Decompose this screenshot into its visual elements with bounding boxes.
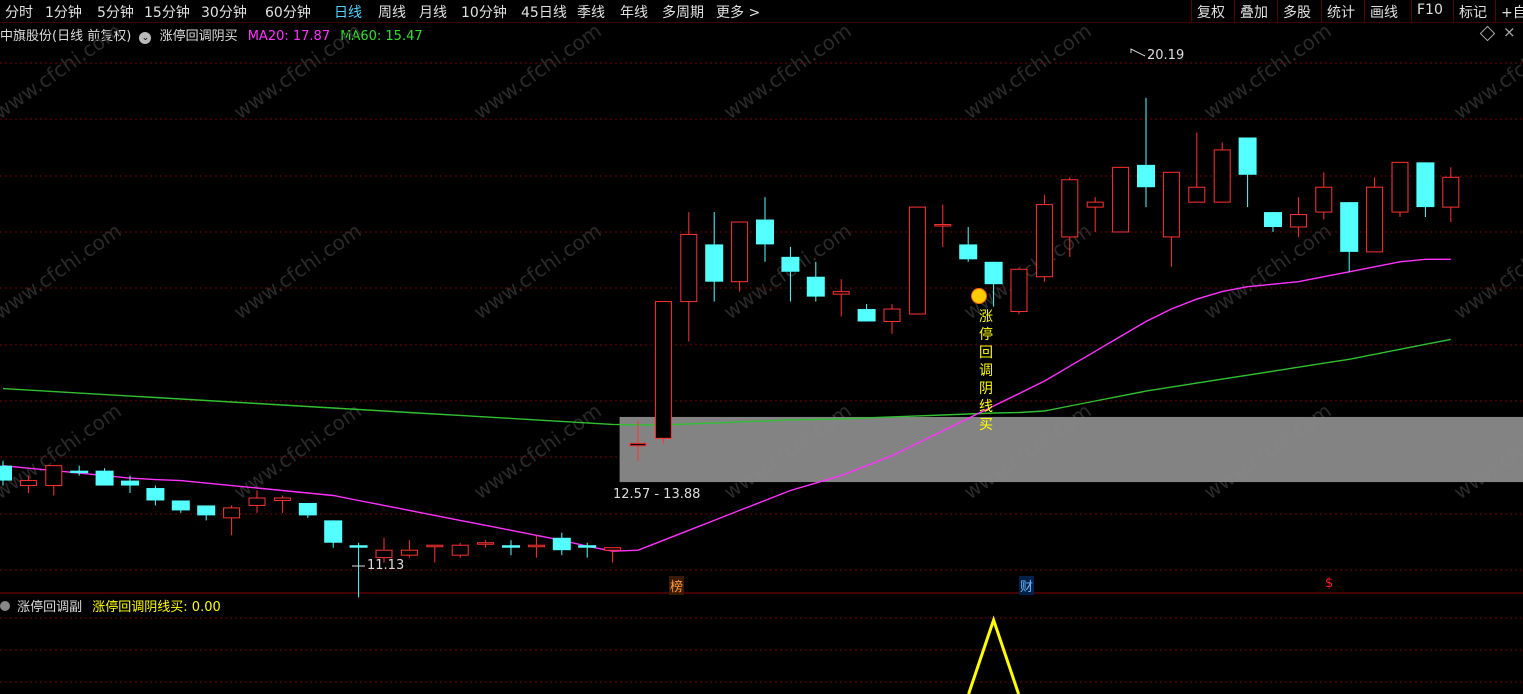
candle-body-up [1112, 166, 1130, 233]
candle-body-down [1416, 162, 1435, 208]
candle-body-up [1391, 161, 1409, 213]
candle-body-up [908, 206, 926, 315]
price-band [619, 416, 1523, 483]
candle-body-down [705, 244, 724, 282]
candle-body-up [604, 547, 622, 551]
candle-body-down [197, 505, 216, 516]
candle-body-down [324, 520, 343, 543]
candle-body-up [629, 442, 647, 447]
candle-body-up [248, 497, 266, 506]
candle-body-down [171, 500, 190, 511]
candle-body-up [934, 224, 952, 227]
candle-body-up [1010, 268, 1028, 313]
candle-body-down [70, 470, 89, 474]
signal-text: 涨停回调阴线买 [979, 308, 995, 434]
watermark-text: www.cfchi.com [469, 398, 606, 504]
watermark-text: www.cfchi.com [229, 18, 366, 124]
candle-body-down [781, 256, 800, 272]
candle-body-up [1213, 149, 1231, 203]
candle-body-up [400, 549, 418, 556]
signal-char: 调 [979, 363, 993, 379]
candle-body-up [1442, 176, 1460, 208]
candle-body-up [654, 301, 672, 439]
ma60-line [2, 338, 1451, 426]
candle-body-down [857, 309, 876, 322]
candle-body-up [1366, 186, 1384, 253]
candle-body-down [121, 480, 139, 486]
candle-body-down [1238, 137, 1257, 175]
candle-body-down [756, 219, 774, 245]
low-price-label: 11.13 [367, 558, 405, 573]
signal-char: 买 [979, 417, 993, 433]
watermark-text: www.cfchi.com [0, 398, 126, 504]
candle-body-up [477, 542, 495, 545]
candle-body-down [349, 545, 368, 548]
candle-body-up [223, 507, 241, 519]
signal-char: 停 [979, 327, 993, 343]
sub-info-bar: 涨停回调副 涨停回调阴线买: 0.00 [0, 596, 221, 615]
sub-value-label: 涨停回调阴线买: 0.00 [92, 600, 221, 615]
candle-body-up [832, 291, 850, 295]
watermark-text: www.cfchi.com [469, 218, 606, 324]
candle-body-up [1061, 179, 1079, 238]
candle-body-up [1086, 201, 1104, 208]
candle-body-up [45, 465, 63, 487]
candle-body-up [375, 549, 393, 559]
candle-body-up [451, 544, 469, 556]
candle-body-up [731, 221, 749, 283]
candle-body-down [984, 261, 1003, 285]
signal-char: 阴 [979, 381, 993, 397]
candle-body-down [298, 502, 317, 516]
candle-body-up [1315, 186, 1333, 213]
candle-body-up [1035, 204, 1053, 278]
marker-bang[interactable]: 榜 [669, 576, 685, 595]
watermark-text: www.cfchi.com [229, 398, 366, 504]
marker-dollar[interactable]: $ [1325, 576, 1333, 591]
candle-body-up [1188, 186, 1206, 203]
watermark-text: www.cfchi.com [0, 218, 126, 324]
candle-body-up [680, 233, 698, 303]
high-leader [1130, 48, 1146, 57]
candle-body-up [19, 480, 37, 487]
candle-body-down [502, 545, 520, 548]
candle-body-up [1289, 214, 1307, 228]
candle-body-up [1162, 171, 1180, 238]
candle-body-down [0, 465, 12, 481]
watermark-text: www.cfchi.com [1449, 18, 1523, 124]
candle-body-down [578, 545, 597, 548]
candle-body-down [1264, 212, 1282, 227]
candle-body-up [527, 544, 545, 548]
watermark-text: www.cfchi.com [719, 18, 856, 124]
candle-body-down [959, 244, 978, 260]
signal-char: 涨 [979, 309, 993, 325]
candle-body-up [273, 497, 291, 501]
candle-body-down [146, 488, 165, 501]
sub-indicator-name[interactable]: 涨停回调副 [17, 600, 82, 615]
kline-chart: www.cfchi.com www.cfchi.com www.cfchi.com w… [0, 18, 1523, 694]
band-range-label: 12.57 - 13.88 [613, 487, 701, 502]
watermark-text: www.cfchi.com [1199, 18, 1336, 124]
watermark-text: www.cfchi.com [229, 218, 366, 324]
candle-body-down [806, 276, 825, 297]
candle-body-down [552, 537, 571, 551]
high-price-label: 20.19 [1147, 48, 1185, 63]
candle-body-down [95, 470, 114, 486]
candle-body-down [1137, 164, 1155, 188]
signal-marker-icon [971, 288, 987, 304]
candle-body-up [426, 544, 444, 548]
signal-char: 回 [979, 345, 993, 361]
watermark-text: www.cfchi.com [0, 18, 126, 124]
candle-body-up [883, 308, 901, 322]
watermark-text: www.cfchi.com [959, 18, 1096, 124]
watermark-text: www.cfchi.com [469, 18, 606, 124]
signal-char: 线 [979, 399, 993, 415]
watermark-text: www.cfchi.com [1449, 218, 1523, 324]
sub-toggle-icon[interactable] [0, 601, 10, 611]
candle-body-down [1340, 202, 1359, 252]
watermark-text: www.cfchi.com [1199, 218, 1336, 324]
signal-spike [967, 615, 1021, 694]
marker-cai[interactable]: 财 [1019, 576, 1035, 595]
